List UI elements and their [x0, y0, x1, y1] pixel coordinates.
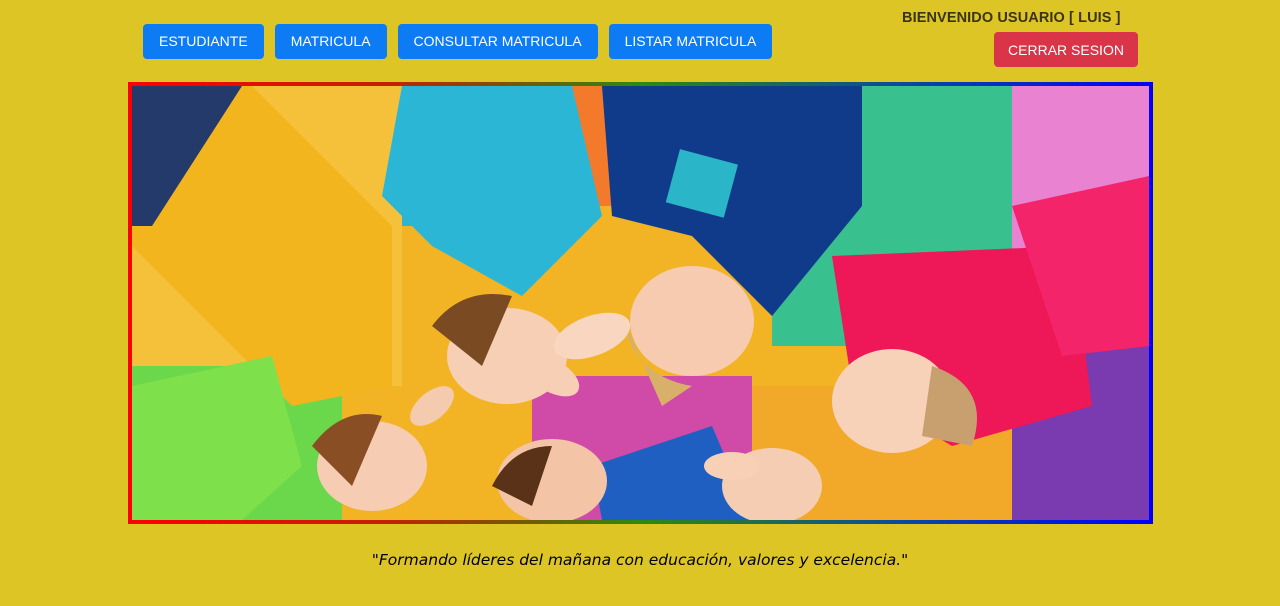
- nav-button-estudiante[interactable]: ESTUDIANTE: [143, 24, 264, 59]
- logout-button[interactable]: CERRAR SESION: [994, 32, 1138, 67]
- nav-button-matricula[interactable]: MATRICULA: [274, 24, 387, 59]
- welcome-message: BIENVENIDO USUARIO [ LUIS ]: [902, 10, 1121, 26]
- hero-banner: [128, 82, 1153, 524]
- nav-button-consultar-matricula[interactable]: CONSULTAR MATRICULA: [397, 24, 598, 59]
- school-tagline: "Formando líderes del mañana con educaci…: [371, 551, 909, 569]
- hero-image: [132, 86, 1149, 520]
- main-nav: ESTUDIANTE MATRICULA CONSULTAR MATRICULA…: [143, 24, 773, 59]
- nav-button-listar-matricula[interactable]: LISTAR MATRICULA: [608, 24, 773, 59]
